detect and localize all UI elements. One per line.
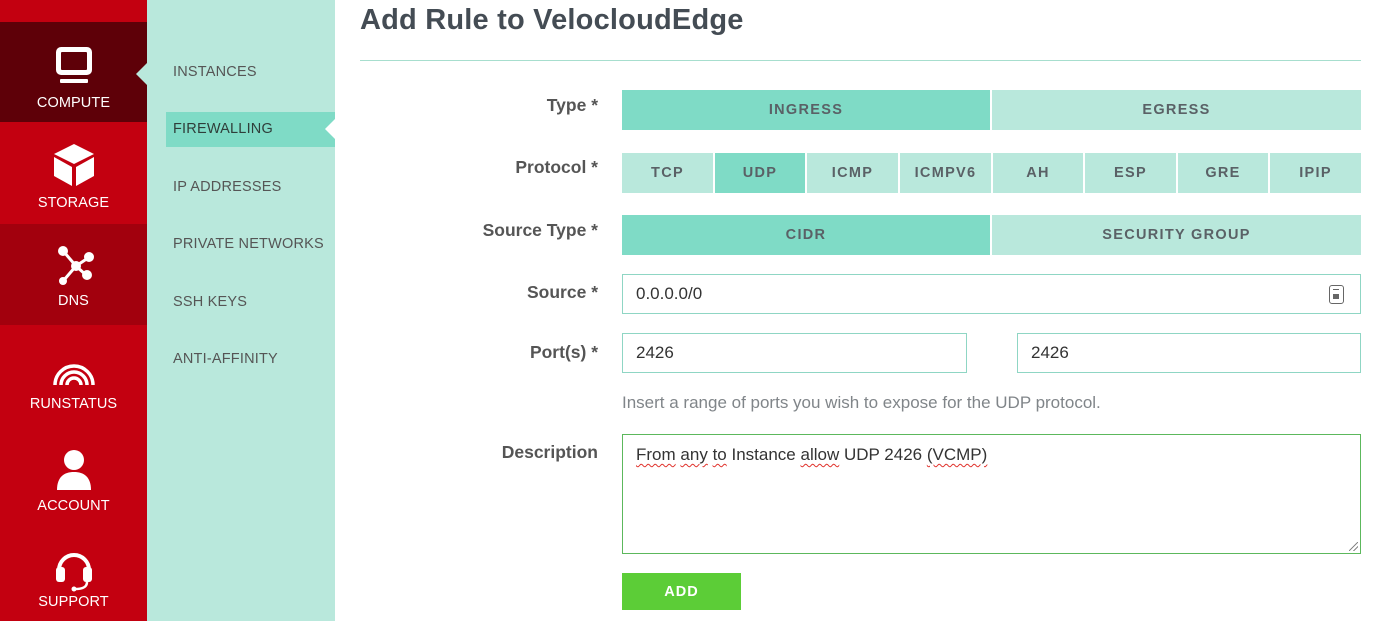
protocol-option-udp[interactable]: UDP [715,153,805,193]
source-type-option-security-group[interactable]: SECURITY GROUP [992,215,1361,255]
title-divider [360,60,1361,61]
subnav-item-ip-addresses[interactable]: IP ADDRESSES [166,170,335,205]
nav-dns-label: DNS [58,293,89,309]
description-word: allow [800,445,840,464]
ports-help-text: Insert a range of ports you wish to expo… [622,393,1101,412]
subnav-item-firewalling[interactable]: FIREWALLING [166,112,336,147]
nav-account-label: ACCOUNT [37,498,110,514]
description-label: Description [501,442,598,462]
signal-icon [52,364,95,386]
port-end-input[interactable]: 2426 [1017,333,1361,373]
subnav-item-anti-affinity[interactable]: ANTI-AFFINITY [166,342,335,377]
ports-label: Port(s) * [529,342,598,362]
secondary-nav: INSTANCES FIREWALLING IP ADDRESSES PRIVA… [147,0,336,621]
nav-support-label: SUPPORT [38,594,109,610]
protocol-option-gre[interactable]: GRE [1178,153,1268,193]
protocol-option-icmpv6[interactable]: ICMPV6 [900,153,991,193]
protocol-option-ipip[interactable]: IPIP [1270,153,1361,193]
resize-handle[interactable] [1349,542,1358,551]
description-word: UDP [843,445,880,464]
type-option-ingress[interactable]: INGRESS [622,90,990,130]
nav-compute-label: COMPUTE [36,95,111,111]
source-input-value: 0.0.0.0/0 [636,284,703,303]
description-value: From any to Instance allow UDP 2426 (VCM… [636,445,987,464]
nav-runstatus-label: RUNSTATUS [29,396,118,412]
nav-dns[interactable]: DNS [0,224,147,325]
protocol-option-tcp[interactable]: TCP [622,153,713,193]
source-input[interactable]: 0.0.0.0/0 [622,274,1361,314]
port-start-input[interactable]: 2426 [622,333,967,373]
source-label: Source * [527,282,598,302]
description-word: From [636,445,676,464]
type-label: Type * [546,95,598,115]
subnav-item-instances[interactable]: INSTANCES [166,55,335,90]
nav-compute[interactable]: COMPUTE [0,22,148,122]
description-word: 2426 [884,445,923,464]
share-nodes-icon [57,246,94,285]
nav-runstatus[interactable]: RUNSTATUS [0,325,147,425]
protocol-selector: TCP UDP ICMP ICMPV6 AH ESP GRE IPIP [622,153,1361,193]
source-type-option-cidr[interactable]: CIDR [622,215,990,255]
source-type-label: Source Type * [482,220,598,240]
main-content: Add Rule to VelocloudEdge Type * INGRESS… [335,0,1391,621]
headset-icon [55,553,92,592]
nav-account[interactable]: ACCOUNT [0,425,147,526]
subnav-item-private-networks[interactable]: PRIVATE NETWORKS [166,227,335,262]
description-textarea[interactable]: From any to Instance allow UDP 2426 (VCM… [622,434,1361,554]
user-icon [56,450,91,490]
nav-storage[interactable]: STORAGE [0,122,147,224]
nav-support[interactable]: SUPPORT [0,526,147,621]
protocol-option-esp[interactable]: ESP [1085,153,1176,193]
port-end-value: 2426 [1031,343,1069,362]
primary-nav: COMPUTE STORAGE DNS RUNSTATUS ACCOUNT SU… [0,0,148,621]
description-word: to [712,445,727,464]
description-word: Instance [731,445,796,464]
protocol-label: Protocol * [515,157,598,177]
page-title: Add Rule to VelocloudEdge [360,4,744,36]
description-word: any [680,445,708,464]
description-word: (VCMP) [926,445,988,464]
port-start-value: 2426 [636,343,674,362]
monitor-icon [55,47,92,83]
nav-storage-label: STORAGE [37,195,110,211]
protocol-option-ah[interactable]: AH [993,153,1083,193]
type-selector: INGRESS EGRESS [622,90,1361,130]
source-type-selector: CIDR SECURITY GROUP [622,215,1361,255]
cube-icon [53,144,94,186]
add-button[interactable]: ADD [622,573,741,610]
type-option-egress[interactable]: EGRESS [992,90,1361,130]
subnav-item-ssh-keys[interactable]: SSH KEYS [166,285,335,320]
protocol-option-icmp[interactable]: ICMP [807,153,898,193]
contact-card-icon[interactable] [1329,285,1344,304]
